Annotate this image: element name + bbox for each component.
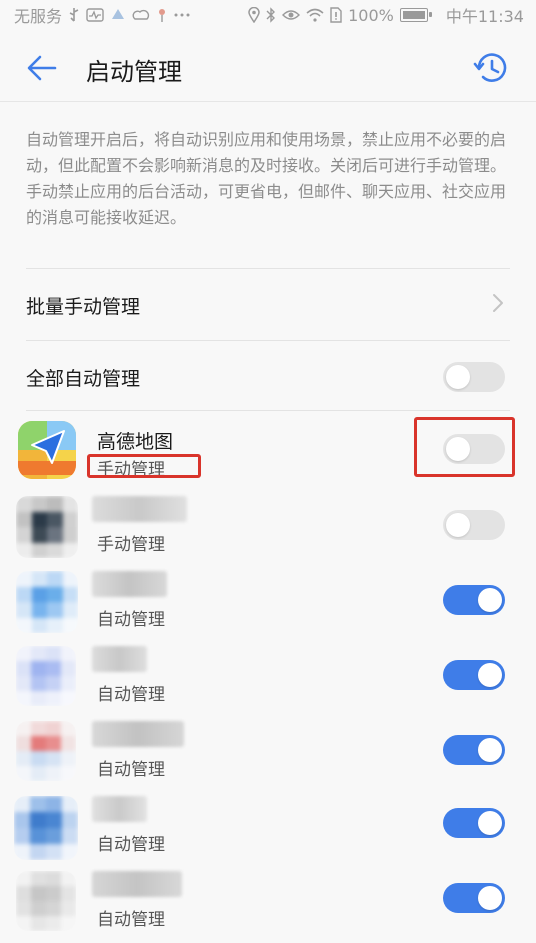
app-toggle[interactable] — [443, 808, 505, 838]
usb-icon — [68, 7, 80, 23]
app-name-redacted — [92, 721, 184, 747]
all-auto-label: 全部自动管理 — [26, 367, 141, 390]
batch-manual-row[interactable]: 批量手动管理 — [0, 270, 536, 340]
divider — [26, 410, 510, 411]
gps-icon — [248, 7, 260, 23]
amap-icon — [18, 421, 76, 479]
toggle-knob — [446, 365, 470, 389]
toggle-knob — [478, 588, 502, 612]
app-row[interactable]: 自动管理 — [0, 788, 536, 863]
blurred-app-icon — [16, 646, 76, 706]
cloud-icon — [132, 8, 150, 22]
wifi-icon — [306, 8, 324, 22]
chevron-right-icon — [492, 293, 504, 317]
annotation-box-mode — [87, 454, 201, 478]
status-bar: 无服务 100% 中午11:34 — [0, 0, 536, 30]
app-mode: 手动管理 — [97, 535, 165, 555]
app-row[interactable]: 自动管理 — [0, 713, 536, 788]
app-toggle[interactable] — [443, 735, 505, 765]
app-mode: 自动管理 — [97, 610, 165, 630]
toggle-knob — [478, 738, 502, 762]
annotation-box-toggle — [414, 417, 515, 477]
toggle-knob — [478, 886, 502, 910]
app-toggle[interactable] — [443, 510, 505, 540]
app-mode: 自动管理 — [97, 835, 165, 855]
pulse-icon — [86, 8, 104, 22]
app-bar: 启动管理 — [0, 30, 536, 102]
sim-icon — [330, 7, 342, 23]
blurred-app-icon — [16, 721, 76, 781]
bluetooth-icon — [266, 7, 276, 23]
blurred-app-icon — [16, 571, 78, 633]
toggle-knob — [478, 663, 502, 687]
all-auto-toggle[interactable] — [443, 362, 505, 392]
app-toggle[interactable] — [443, 585, 505, 615]
app-notification-icon — [110, 7, 126, 23]
app-name: 高德地图 — [97, 431, 174, 453]
app-mode: 自动管理 — [97, 760, 165, 780]
divider — [26, 340, 510, 341]
arrow-left-icon — [27, 55, 57, 81]
page-title: 启动管理 — [86, 58, 182, 86]
blurred-app-icon — [14, 796, 78, 860]
eye-icon — [282, 9, 301, 21]
description-line-2: 手动禁止应用的后台活动，可更省电，但邮件、聊天应用、社交应用的消息可能接收延迟。 — [26, 182, 507, 227]
divider — [26, 268, 510, 269]
app-name-redacted — [92, 571, 167, 597]
app-row[interactable]: 手动管理 — [0, 488, 536, 563]
location-pin-icon — [156, 7, 168, 23]
all-auto-row: 全部自动管理 — [0, 342, 536, 412]
app-name-redacted — [92, 796, 147, 822]
battery-icon — [399, 8, 432, 22]
blurred-app-icon — [16, 496, 78, 558]
history-clock-icon — [473, 53, 507, 82]
app-row[interactable]: 自动管理 — [0, 638, 536, 713]
blurred-app-icon — [16, 871, 76, 931]
app-toggle[interactable] — [443, 883, 505, 913]
app-name-redacted — [92, 646, 147, 672]
app-mode: 自动管理 — [97, 685, 165, 705]
app-name-redacted — [92, 496, 187, 522]
history-button[interactable] — [470, 48, 510, 88]
battery-percent: 100% — [348, 5, 394, 25]
description-line-1: 自动管理开启后，将自动识别应用和使用场景，禁止应用不必要的启动，但此配置不会影响… — [26, 130, 507, 175]
app-row[interactable]: 自动管理 — [0, 563, 536, 638]
app-row[interactable]: 自动管理 — [0, 863, 536, 938]
clock: 中午11:34 — [445, 7, 524, 26]
toggle-knob — [446, 513, 470, 537]
more-icon — [174, 12, 190, 18]
app-name-redacted — [92, 871, 182, 897]
batch-manual-label: 批量手动管理 — [26, 295, 141, 318]
carrier-label: 无服务 — [14, 7, 63, 26]
description-text: 自动管理开启后，将自动识别应用和使用场景，禁止应用不必要的启动，但此配置不会影响… — [26, 127, 512, 231]
back-button[interactable] — [24, 50, 60, 86]
toggle-knob — [478, 811, 502, 835]
app-toggle[interactable] — [443, 660, 505, 690]
app-mode: 自动管理 — [97, 910, 165, 930]
